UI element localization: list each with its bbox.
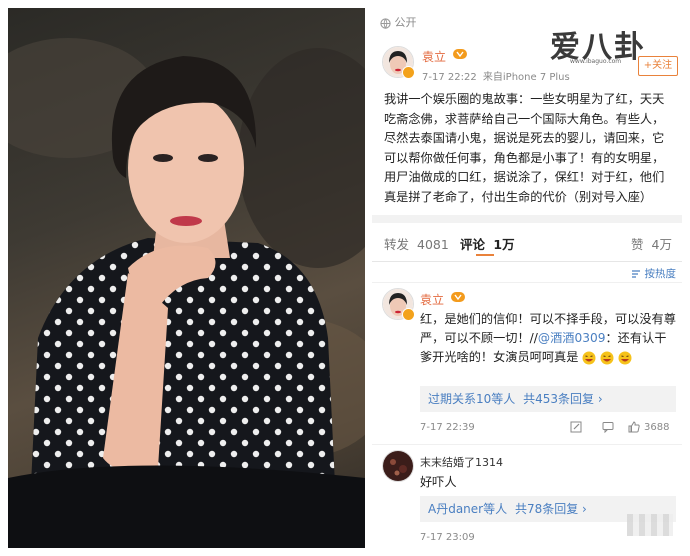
post-meta: 7-17 22:22 来自iPhone 7 Plus: [422, 68, 570, 83]
edit-icon[interactable]: [570, 421, 582, 433]
like-label: 赞: [631, 237, 644, 252]
like-count: 4万: [651, 237, 672, 252]
reply-users[interactable]: A丹daner等人: [428, 502, 507, 516]
vip-crown-icon: [453, 48, 467, 60]
tab-comment[interactable]: 评论 1万: [460, 234, 515, 253]
post-text: 我讲一个娱乐圈的鬼故事：一些女明星为了红，天天吃斋念佛，求菩萨给自己一个国际大角…: [384, 92, 665, 204]
comment-time: 7-17 22:39: [420, 422, 475, 433]
section-divider: [372, 215, 682, 223]
sort-label: 按热度: [644, 268, 677, 280]
portrait-illustration: [8, 38, 365, 548]
comment-label: 评论: [460, 237, 486, 252]
post-author-name[interactable]: 袁立: [422, 48, 446, 65]
weibo-panel: 公开 爱八卦 www.ibaguo.com 袁立 7-17 22:22 来自iP…: [372, 8, 682, 548]
comment-count: 1万: [493, 237, 515, 252]
tab-divider: [372, 261, 682, 262]
reply-count-link[interactable]: 共78条回复 ›: [515, 502, 587, 516]
verified-badge-icon: [402, 66, 415, 79]
globe-icon: [380, 17, 391, 29]
watermark-url: www.ibaguo.com: [570, 58, 622, 65]
comment-time: 7-17 23:09: [420, 532, 475, 543]
commenter-name[interactable]: 袁立: [420, 291, 444, 308]
repost-count: 4081: [417, 237, 449, 252]
comment-text: 红，是她们的信仰！可以不择手段，可以没有尊严，可以不顾一切！//@酒酒0309：…: [420, 310, 676, 367]
tab-like[interactable]: 赞 4万: [631, 234, 672, 253]
portrait-photo: [8, 8, 365, 548]
post-time: 7-17 22:22: [422, 72, 477, 83]
sort-divider: [372, 282, 682, 283]
laugh-emoji-icon: [582, 351, 596, 365]
vip-crown-icon: [451, 291, 465, 303]
repost-label: 转发: [384, 237, 410, 252]
laugh-emoji-icon: [600, 351, 614, 365]
reply-summary[interactable]: 过期关系10等人 共453条回复 ›: [420, 386, 676, 412]
commenter-name[interactable]: 末末结婚了1314: [420, 454, 503, 470]
comment-divider: [372, 444, 682, 445]
post-tabs: 转发 4081 评论 1万 赞 4万: [372, 223, 682, 261]
visibility-row: 公开: [380, 14, 417, 30]
post-source: 来自iPhone 7 Plus: [482, 72, 570, 83]
visibility-label: 公开: [394, 16, 417, 29]
follow-button[interactable]: +关注: [638, 56, 678, 76]
reply-users[interactable]: 过期关系10等人: [428, 392, 515, 406]
reply-icon[interactable]: [602, 421, 614, 433]
tab-repost[interactable]: 转发 4081: [384, 234, 449, 253]
laugh-emoji-icon: [618, 351, 632, 365]
reply-count-link[interactable]: 共453条回复 ›: [523, 392, 603, 406]
commenter-avatar[interactable]: [382, 450, 414, 482]
comment-like-count: 3688: [644, 422, 670, 433]
thumbs-up-icon[interactable]: [628, 421, 640, 433]
sort-icon: [631, 269, 641, 279]
sort-by-hot[interactable]: 按热度: [631, 266, 676, 281]
comment-text: 好吓人: [420, 475, 457, 489]
pixelated-overlay: [627, 514, 673, 536]
active-tab-indicator: [476, 254, 494, 256]
verified-badge-icon: [402, 308, 415, 321]
comment-mention-link[interactable]: @酒酒0309: [538, 331, 606, 345]
